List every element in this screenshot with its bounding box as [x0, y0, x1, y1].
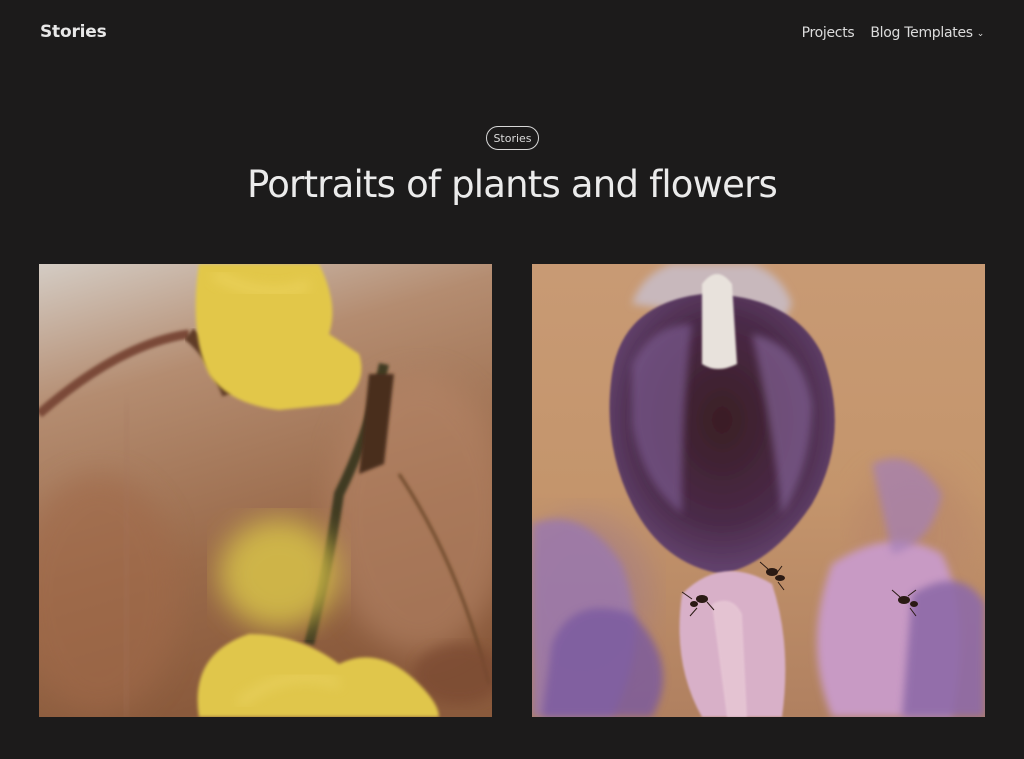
- site-title[interactable]: Stories: [40, 22, 107, 42]
- purple-flower-photo: [532, 264, 985, 717]
- nav-item-label: Blog Templates: [870, 25, 973, 41]
- page-title: Portraits of plants and flowers: [247, 163, 778, 206]
- gallery-image-purple-flower[interactable]: [532, 264, 985, 717]
- nav-item-blog-templates[interactable]: Blog Templates ⌄: [870, 25, 984, 41]
- gallery-image-yellow-flower[interactable]: [39, 264, 492, 717]
- nav-item-projects[interactable]: Projects: [802, 25, 855, 41]
- chevron-down-icon: ⌄: [976, 29, 985, 39]
- category-tag[interactable]: Stories: [486, 126, 539, 150]
- yellow-flower-photo: [39, 264, 492, 717]
- primary-nav: Projects Blog Templates ⌄: [802, 25, 985, 41]
